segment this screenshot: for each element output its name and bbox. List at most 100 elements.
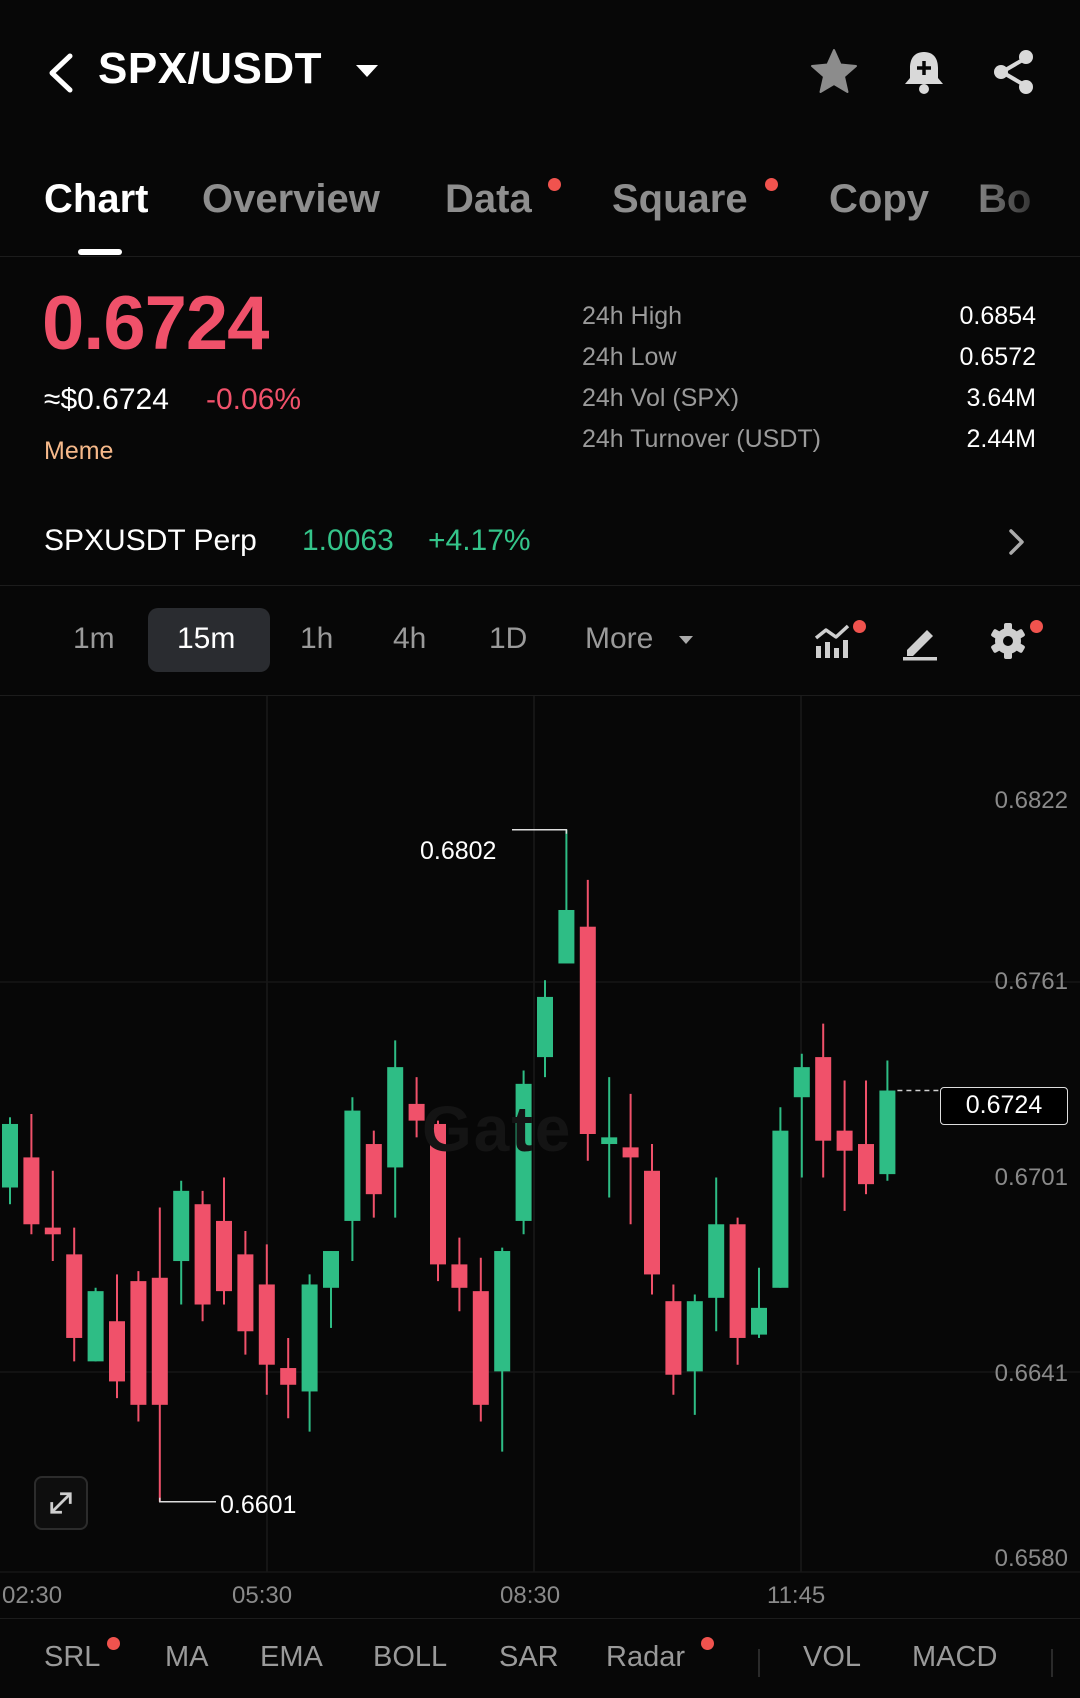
indicator-chart-icon[interactable] [812, 620, 854, 662]
candle-body [858, 1144, 874, 1185]
indicator-ma[interactable]: MA [165, 1641, 209, 1674]
tabs-fade [970, 165, 1080, 255]
candle [23, 1113, 40, 1235]
top-bar: SPX/USDT [0, 0, 1080, 150]
indicator-sar[interactable]: SAR [499, 1641, 559, 1674]
perp-price: 1.0063 [302, 524, 394, 557]
chevron-right-icon [1009, 529, 1024, 555]
candle-body [130, 1281, 147, 1405]
tab-data[interactable]: Data [445, 177, 532, 222]
interval-1m[interactable]: 1m [73, 622, 115, 656]
candle [280, 1337, 297, 1419]
candle [365, 1130, 382, 1218]
candle [622, 1093, 639, 1225]
candle-body [323, 1251, 339, 1288]
draw-pen-icon[interactable] [899, 620, 941, 662]
candle [879, 1060, 896, 1181]
usd-price: ≈$0.6724 [44, 383, 169, 416]
radar-dot [701, 1637, 714, 1650]
indicator-divider [758, 1649, 760, 1677]
pair-title[interactable]: SPX/USDT [98, 44, 322, 94]
candle-body [23, 1157, 40, 1225]
caret-down-icon[interactable] [356, 65, 378, 77]
y-tick-label: 0.6580 [994, 1545, 1068, 1572]
candle [686, 1294, 703, 1415]
interval-1d[interactable]: 1D [489, 622, 527, 656]
main-tabs: Chart Overview Data Square Copy Bo [0, 165, 1080, 257]
candle-body [686, 1301, 703, 1372]
stat-value-vol: 3.64M [966, 384, 1036, 412]
candle-body [151, 1277, 168, 1405]
candle-body [879, 1090, 896, 1175]
interval-4h[interactable]: 4h [393, 622, 426, 656]
candle-body [537, 996, 553, 1058]
candle [194, 1190, 211, 1322]
y-tick-label: 0.6641 [994, 1360, 1068, 1387]
tab-chart[interactable]: Chart [44, 177, 148, 222]
star-icon[interactable] [808, 46, 860, 98]
candle [44, 1170, 61, 1262]
settings-dot [1030, 620, 1043, 633]
candle [858, 1080, 874, 1195]
indicator-ema[interactable]: EMA [260, 1641, 323, 1674]
back-arrow-icon[interactable] [42, 50, 82, 96]
x-tick-label: 11:45 [767, 1582, 826, 1609]
indicator-radar[interactable]: Radar [606, 1641, 685, 1674]
high-marker-line [512, 828, 568, 834]
perp-change: +4.17% [428, 524, 531, 557]
candle [836, 1080, 853, 1211]
candle-body [579, 926, 596, 1134]
indicator-dot [853, 620, 866, 633]
stat-value-low: 0.6572 [959, 343, 1036, 371]
bell-plus-icon[interactable] [898, 46, 950, 98]
indicator-srl[interactable]: SRL [44, 1641, 100, 1674]
perp-row[interactable]: SPXUSDT Perp 1.0063 +4.17% [0, 512, 1080, 586]
candle-body [216, 1220, 232, 1292]
candle-body [2, 1123, 18, 1188]
candle [751, 1267, 767, 1338]
candle-body [301, 1284, 318, 1392]
candle [793, 1053, 810, 1178]
y-tick-label: 0.6701 [994, 1164, 1068, 1191]
indicator-bar: SRL MA EMA BOLL SAR Radar VOL MACD [0, 1618, 1080, 1698]
candle [729, 1217, 746, 1365]
candle [472, 1257, 489, 1422]
candle [815, 1023, 832, 1178]
indicator-macd[interactable]: MACD [912, 1641, 997, 1674]
indicator-boll[interactable]: BOLL [373, 1641, 447, 1674]
high-price-marker: 0.6802 [420, 837, 497, 865]
candle-body [601, 1137, 618, 1145]
indicator-vol[interactable]: VOL [803, 1641, 861, 1674]
tab-square[interactable]: Square [612, 177, 748, 222]
candle [708, 1177, 725, 1332]
candle [130, 1271, 147, 1422]
candle [87, 1287, 104, 1362]
candle-body [622, 1147, 639, 1158]
candle-body [708, 1224, 725, 1298]
candle-body [109, 1321, 125, 1382]
tab-copy[interactable]: Copy [829, 177, 929, 222]
candle [151, 1207, 168, 1502]
indicator-divider [1051, 1649, 1053, 1677]
stat-value-high: 0.6854 [959, 302, 1036, 330]
candle [537, 980, 553, 1078]
candle [387, 1040, 404, 1218]
candle-body [66, 1254, 83, 1338]
category-tag[interactable]: Meme [44, 437, 113, 466]
perp-name: SPXUSDT Perp [44, 524, 257, 557]
share-icon[interactable] [988, 46, 1040, 98]
candle [772, 1107, 789, 1288]
candle-body [344, 1110, 361, 1221]
interval-more[interactable]: More [585, 622, 653, 656]
candle [494, 1247, 511, 1452]
candle-body [751, 1307, 767, 1335]
tab-overview[interactable]: Overview [202, 177, 380, 222]
candle [558, 829, 575, 964]
settings-gear-icon[interactable] [987, 620, 1029, 662]
x-tick-label: 08:30 [500, 1582, 561, 1609]
interval-15m[interactable]: 15m [177, 622, 235, 656]
fullscreen-expand-icon[interactable] [34, 1476, 88, 1530]
y-tick-label: 0.6761 [994, 968, 1068, 995]
interval-1h[interactable]: 1h [300, 622, 333, 656]
active-tab-indicator [78, 249, 122, 255]
